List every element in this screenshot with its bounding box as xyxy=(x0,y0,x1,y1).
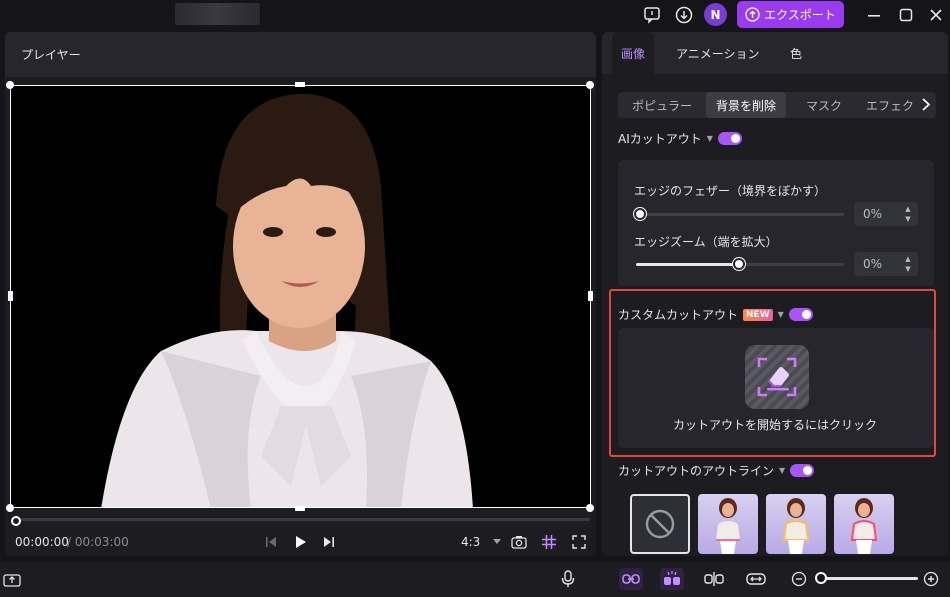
edge-feather-knob[interactable] xyxy=(634,208,646,220)
chevron-right-icon[interactable] xyxy=(922,98,931,114)
resize-handle-tr[interactable] xyxy=(586,81,594,89)
ai-cutout-settings: エッジのフェザー（境界をぼかす） 0% ▲ ▼ エッジズーム（端を拡大） 0% ▲… xyxy=(618,160,934,286)
fit-width-icon[interactable] xyxy=(744,568,768,590)
resize-handle-top[interactable] xyxy=(295,82,305,87)
split-icon[interactable] xyxy=(702,568,726,590)
outline-preset-thumbnail[interactable] xyxy=(834,494,894,554)
resize-handle-tl[interactable] xyxy=(6,81,14,89)
subtab-popular[interactable]: ポピュラー xyxy=(622,92,702,118)
timeline-scrubber[interactable] xyxy=(16,518,590,521)
subtab-mask[interactable]: マスク xyxy=(796,92,852,118)
zoom-out-icon[interactable] xyxy=(787,568,811,590)
download-icon[interactable] xyxy=(673,4,695,26)
close-icon[interactable] xyxy=(925,4,947,26)
edge-zoom-input[interactable]: 0% ▲ ▼ xyxy=(854,252,918,276)
playhead[interactable] xyxy=(11,516,21,526)
maximize-icon[interactable] xyxy=(895,4,917,26)
resize-handle-br[interactable] xyxy=(586,504,594,512)
player-panel: プレイヤー 00:00:00 / 00:03:00 4:3 xyxy=(5,32,596,556)
outline-row: カットアウトのアウトライン ▼ xyxy=(618,462,815,479)
prev-frame-icon[interactable] xyxy=(263,532,279,552)
outline-preset-thumbnail[interactable] xyxy=(766,494,826,554)
subtab-effects[interactable]: エフェク xyxy=(856,92,924,118)
edge-zoom-label: エッジズーム（端を拡大） xyxy=(634,235,778,249)
microphone-icon[interactable] xyxy=(556,568,580,590)
edge-feather-input[interactable]: 0% ▲ ▼ xyxy=(854,202,918,226)
export-button[interactable]: エクスポート xyxy=(737,1,844,28)
current-time: 00:00:00 xyxy=(15,535,69,549)
resize-handle-bottom[interactable] xyxy=(295,506,305,511)
link-icon[interactable] xyxy=(619,568,643,590)
caret-down-icon[interactable]: ▼ xyxy=(779,466,785,475)
edge-zoom-fill xyxy=(636,263,740,266)
outline-toggle[interactable] xyxy=(790,464,815,477)
project-title xyxy=(175,3,260,25)
zoom-knob[interactable] xyxy=(815,572,827,584)
total-time: / 00:03:00 xyxy=(67,535,129,549)
outline-preset-thumbnail[interactable] xyxy=(698,494,758,554)
ai-cutout-row: AIカットアウト ▼ xyxy=(618,130,742,147)
upload-icon xyxy=(745,7,760,22)
play-icon[interactable] xyxy=(291,532,309,552)
minimize-icon[interactable] xyxy=(863,4,885,26)
tab-animation[interactable]: アニメーション xyxy=(676,32,760,74)
resize-handle-bl[interactable] xyxy=(6,504,14,512)
snapshot-icon[interactable] xyxy=(508,532,530,552)
ai-cutout-label: AIカットアウト xyxy=(618,132,702,146)
edge-feather-slider[interactable] xyxy=(636,213,844,216)
aspect-ratio-selector[interactable]: 4:3 xyxy=(461,535,480,549)
custom-cutout-highlight xyxy=(609,289,936,457)
resize-handle-left[interactable] xyxy=(8,291,13,301)
video-frame-subject xyxy=(101,93,473,507)
outline-preset-none[interactable] xyxy=(630,494,690,554)
video-canvas[interactable] xyxy=(10,85,591,508)
subtab-bar: ポピュラー 背景を削除 マスク エフェク xyxy=(618,92,936,118)
tab-image[interactable]: 画像 xyxy=(612,32,654,74)
player-title: プレイヤー xyxy=(5,32,596,77)
stepper-icon[interactable]: ▲ ▼ xyxy=(903,204,913,224)
magnet-snap-icon[interactable] xyxy=(660,568,684,590)
edge-feather-label: エッジのフェザー（境界をぼかす） xyxy=(634,184,827,198)
export-frame-icon[interactable] xyxy=(0,568,24,590)
resize-handle-right[interactable] xyxy=(588,291,593,301)
edge-zoom-knob[interactable] xyxy=(733,258,745,270)
title-bar: N エクスポート xyxy=(0,0,950,30)
none-icon xyxy=(645,509,675,539)
property-tabs: 画像 アニメーション 色 xyxy=(602,32,948,74)
feedback-icon[interactable] xyxy=(641,4,663,26)
zoom-in-icon[interactable] xyxy=(919,568,943,590)
stepper-icon[interactable]: ▲ ▼ xyxy=(903,254,913,274)
caret-down-icon[interactable]: ▼ xyxy=(707,134,713,143)
grid-icon[interactable] xyxy=(538,532,560,552)
next-frame-icon[interactable] xyxy=(321,532,337,552)
tab-color[interactable]: 色 xyxy=(790,32,802,74)
edge-zoom-value: 0% xyxy=(863,257,883,271)
bottom-toolbar xyxy=(0,562,950,597)
edge-feather-value: 0% xyxy=(863,207,883,221)
zoom-slider[interactable] xyxy=(826,577,918,580)
outline-label: カットアウトのアウトライン xyxy=(618,464,775,478)
export-label: エクスポート xyxy=(764,8,836,22)
ai-cutout-toggle[interactable] xyxy=(717,132,742,145)
avatar[interactable]: N xyxy=(704,3,727,26)
chevron-down-icon[interactable] xyxy=(489,532,505,552)
fullscreen-icon[interactable] xyxy=(568,532,590,552)
subtab-remove-background[interactable]: 背景を削除 xyxy=(706,92,787,118)
